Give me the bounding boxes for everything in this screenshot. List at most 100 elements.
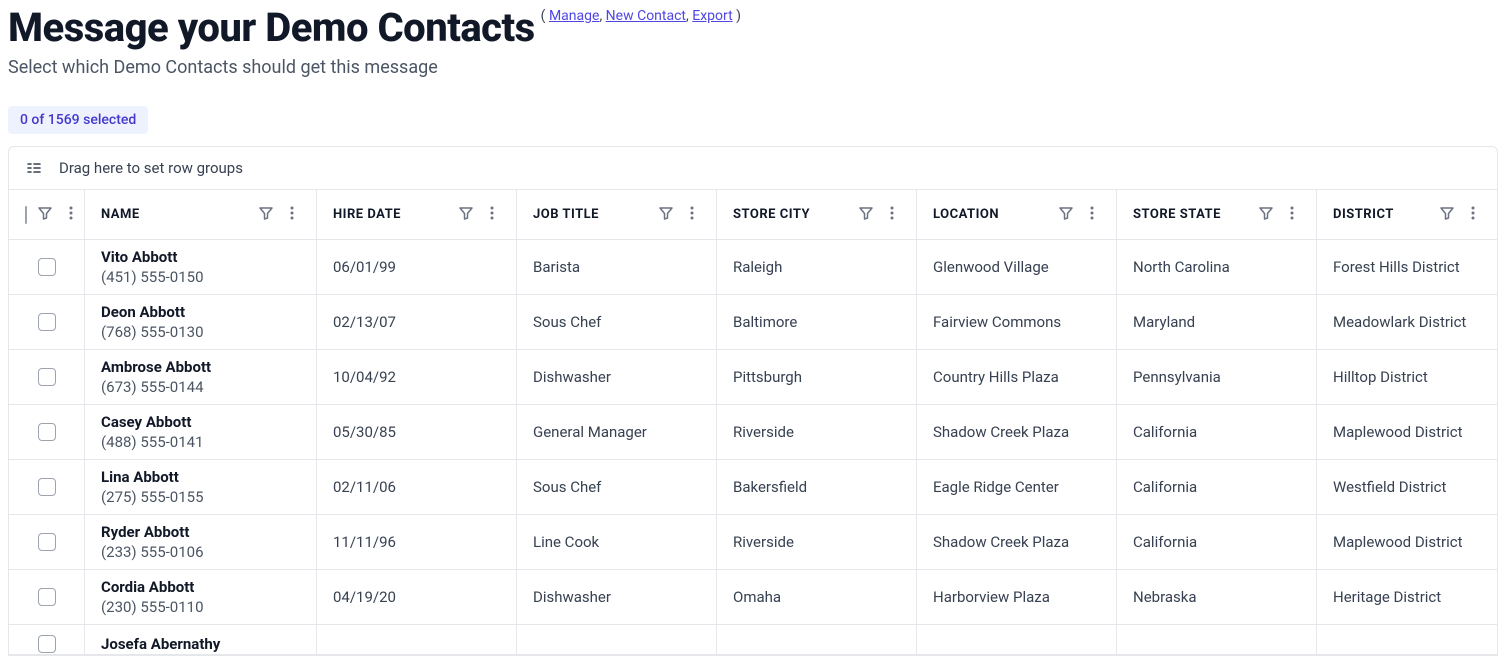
table-header: NAME HIRE DATE JOB TITLE STORE CITY (9, 190, 1497, 240)
table-body: Vito Abbott (451) 555-0150 06/01/99 Bari… (9, 240, 1497, 655)
table-row[interactable]: Deon Abbott (768) 555-0130 02/13/07 Sous… (9, 295, 1497, 350)
cell-store-city: Omaha (717, 570, 917, 624)
row-checkbox-cell (9, 350, 85, 404)
filter-icon[interactable] (1439, 205, 1455, 225)
cell-district: Maplewood District (1317, 515, 1497, 569)
table-row[interactable]: Cordia Abbott (230) 555-0110 04/19/20 Di… (9, 570, 1497, 625)
table-row[interactable]: Vito Abbott (451) 555-0150 06/01/99 Bari… (9, 240, 1497, 295)
page-subtitle: Select which Demo Contacts should get th… (8, 57, 1498, 78)
row-checkbox[interactable] (38, 588, 56, 606)
cell-district: Westfield District (1317, 460, 1497, 514)
contact-phone: (230) 555-0110 (101, 598, 204, 616)
filter-icon[interactable] (1058, 205, 1074, 225)
column-header-location[interactable]: LOCATION (917, 190, 1117, 239)
cell-job-title: Sous Chef (517, 460, 717, 514)
row-checkbox[interactable] (38, 533, 56, 551)
cell-store-city: Bakersfield (717, 460, 917, 514)
page-title: Message your Demo Contacts (8, 4, 535, 51)
header-checkbox-cell (9, 190, 85, 239)
row-checkbox-cell (9, 460, 85, 514)
column-menu-icon[interactable] (1084, 205, 1100, 225)
cell-location: Shadow Creek Plaza (917, 405, 1117, 459)
column-menu-icon[interactable] (884, 205, 900, 225)
cell-hire-date: 05/30/85 (317, 405, 517, 459)
cell-location: Fairview Commons (917, 295, 1117, 349)
cell-hire-date: 10/04/92 (317, 350, 517, 404)
table-row[interactable]: Casey Abbott (488) 555-0141 05/30/85 Gen… (9, 405, 1497, 460)
cell-district: Meadowlark District (1317, 295, 1497, 349)
column-menu-icon[interactable] (63, 205, 79, 225)
column-menu-icon[interactable] (284, 205, 300, 225)
row-checkbox-cell (9, 295, 85, 349)
links-close: ) (736, 8, 741, 24)
header-links: ( Manage, New Contact, Export ) (541, 4, 741, 24)
column-header-store-city[interactable]: STORE CITY (717, 190, 917, 239)
contact-name: Deon Abbott (101, 303, 185, 321)
filter-icon[interactable] (258, 205, 274, 225)
row-checkbox[interactable] (38, 368, 56, 386)
column-menu-icon[interactable] (484, 205, 500, 225)
row-group-icon (25, 159, 43, 177)
cell-store-state: Maryland (1117, 295, 1317, 349)
table-row[interactable]: Ambrose Abbott (673) 555-0144 10/04/92 D… (9, 350, 1497, 405)
row-group-hint: Drag here to set row groups (59, 159, 243, 177)
select-all-checkbox[interactable] (25, 206, 27, 224)
cell-job-title: Sous Chef (517, 295, 717, 349)
filter-icon[interactable] (658, 205, 674, 225)
cell-hire-date: 06/01/99 (317, 240, 517, 294)
contact-phone: (233) 555-0106 (101, 543, 204, 561)
cell-store-city: Pittsburgh (717, 350, 917, 404)
column-header-name[interactable]: NAME (85, 190, 317, 239)
contact-phone: (488) 555-0141 (101, 433, 204, 451)
contact-phone: (768) 555-0130 (101, 323, 204, 341)
filter-icon[interactable] (858, 205, 874, 225)
row-checkbox-cell (9, 240, 85, 294)
cell-name: Ryder Abbott (233) 555-0106 (85, 515, 317, 569)
row-checkbox[interactable] (38, 423, 56, 441)
column-menu-icon[interactable] (684, 205, 700, 225)
cell-name: Ambrose Abbott (673) 555-0144 (85, 350, 317, 404)
cell-hire-date: 11/11/96 (317, 515, 517, 569)
row-checkbox-cell (9, 405, 85, 459)
cell-district: Forest Hills District (1317, 240, 1497, 294)
column-header-store-state[interactable]: STORE STATE (1117, 190, 1317, 239)
links-open: ( (541, 8, 546, 24)
table-row[interactable]: Josefa Abernathy (9, 625, 1497, 655)
table-row[interactable]: Lina Abbott (275) 555-0155 02/11/06 Sous… (9, 460, 1497, 515)
cell-store-state: California (1117, 515, 1317, 569)
filter-icon[interactable] (458, 205, 474, 225)
contact-phone: (673) 555-0144 (101, 378, 204, 396)
row-group-drop-zone[interactable]: Drag here to set row groups (9, 147, 1497, 190)
cell-store-state: Pennsylvania (1117, 350, 1317, 404)
column-header-district[interactable]: DISTRICT (1317, 190, 1497, 239)
column-header-hire-date[interactable]: HIRE DATE (317, 190, 517, 239)
contact-name: Casey Abbott (101, 413, 191, 431)
cell-name: Casey Abbott (488) 555-0141 (85, 405, 317, 459)
cell-store-city: Riverside (717, 515, 917, 569)
row-checkbox-cell (9, 570, 85, 624)
row-checkbox-cell (9, 515, 85, 569)
cell-location: Harborview Plaza (917, 570, 1117, 624)
row-checkbox[interactable] (38, 635, 56, 653)
table-row[interactable]: Ryder Abbott (233) 555-0106 11/11/96 Lin… (9, 515, 1497, 570)
filter-icon[interactable] (1258, 205, 1274, 225)
row-checkbox[interactable] (38, 258, 56, 276)
column-menu-icon[interactable] (1465, 205, 1481, 225)
cell-hire-date: 02/13/07 (317, 295, 517, 349)
export-link[interactable]: Export (692, 8, 732, 24)
cell-job-title: Dishwasher (517, 350, 717, 404)
column-header-job-title[interactable]: JOB TITLE (517, 190, 717, 239)
cell-name: Lina Abbott (275) 555-0155 (85, 460, 317, 514)
manage-link[interactable]: Manage (549, 8, 599, 24)
selected-count-badge: 0 of 1569 selected (8, 106, 148, 134)
row-checkbox[interactable] (38, 478, 56, 496)
cell-hire-date: 02/11/06 (317, 460, 517, 514)
cell-location: Shadow Creek Plaza (917, 515, 1117, 569)
contact-name: Ambrose Abbott (101, 358, 211, 376)
contact-phone: (275) 555-0155 (101, 488, 204, 506)
column-menu-icon[interactable] (1284, 205, 1300, 225)
row-checkbox[interactable] (38, 313, 56, 331)
cell-district: Heritage District (1317, 570, 1497, 624)
new-contact-link[interactable]: New Contact (606, 8, 686, 24)
filter-icon[interactable] (37, 205, 53, 225)
